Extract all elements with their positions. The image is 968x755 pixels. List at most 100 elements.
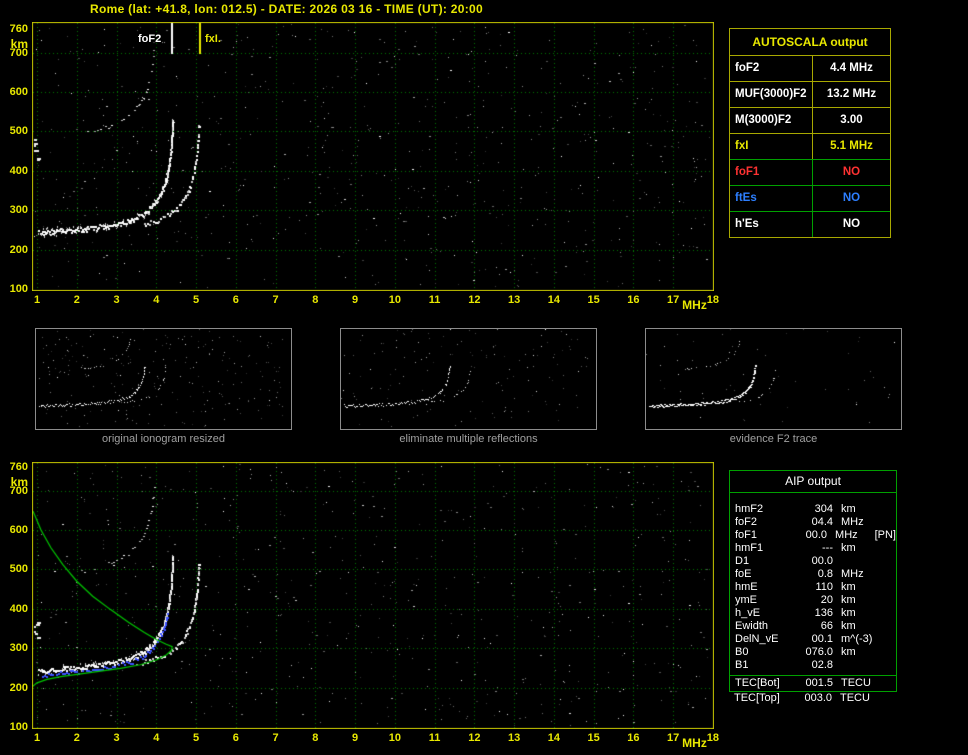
aip-row-value: --- — [822, 542, 833, 554]
aip-row-unit: km — [841, 607, 856, 619]
autoscala-app: Rome (lat: +41.8, lon: 012.5) - DATE: 20… — [0, 0, 968, 755]
aip-table: AIP output hmF2 304 km foF2 04.4 MHz foF1 00.0 M… — [729, 470, 897, 692]
aip-row-value: 304 — [814, 503, 833, 515]
aip-row-label: DelN_vE — [735, 633, 779, 645]
aip-row-label: h_vE — [735, 607, 761, 619]
aip-row-unit: TECU — [841, 677, 871, 689]
aip-row: B1 02.8 — [730, 659, 896, 672]
x-tick-label: 10 — [388, 294, 401, 306]
aip-row-unit — [833, 555, 881, 568]
autoscala-table: AUTOSCALA output foF2 4.4 MHz MUF(3000)F2 1… — [729, 28, 891, 238]
aip-row-label: foF1 — [735, 529, 758, 541]
aip-row: foF2 04.4 MHz — [730, 516, 896, 529]
x-tick-label: 5 — [192, 732, 200, 744]
aip-row-unit: MHz — [841, 516, 864, 528]
x-tick-label: 2 — [73, 732, 80, 744]
page-title: Rome (lat: +41.8, lon: 012.5) - DATE: 20… — [90, 2, 483, 16]
x-tick-label: 12 — [468, 294, 481, 306]
thumbnail-f2-trace-canvas — [645, 328, 902, 430]
aip-row-label: B1 — [735, 659, 749, 671]
x-tick-label: 14 — [547, 732, 560, 744]
aip-row-value: 00.0 — [811, 555, 833, 567]
aip-row: B0 076.0 km — [730, 646, 896, 659]
aip-table-title: AIP output — [730, 471, 896, 493]
aip-row-label: TEC[Bot] — [735, 677, 780, 689]
x-tick-label: 9 — [352, 732, 359, 744]
x-tick-label: 11 — [428, 732, 441, 744]
x-tick-label: 9 — [352, 294, 359, 306]
x-tick-label: 4 — [153, 732, 160, 744]
aip-row-unit: km — [841, 620, 856, 632]
aip-row-unit: m^(-3) — [841, 633, 873, 645]
y-axis-unit: km — [10, 37, 28, 51]
aip-row-unit: km — [841, 646, 856, 658]
aip-row: TEC[Bot] 001.5 TECU — [730, 676, 896, 691]
y-tick-label: 400 — [9, 164, 28, 177]
thumbnail-caption-original: original ionogram resized — [102, 433, 225, 445]
x-tick-label: 6 — [232, 732, 239, 744]
autoscala-row-value: 13.2 MHz — [812, 82, 890, 107]
x-tick-label: 4 — [153, 294, 160, 306]
aip-row-value: 0.8 — [817, 568, 833, 580]
autoscala-row-value: NO — [812, 186, 890, 211]
aip-row: ymE 20 km — [730, 594, 896, 607]
autoscala-row-label: foF1 — [735, 166, 760, 178]
thumbnail-filtered-canvas — [340, 328, 597, 430]
x-tick-label: 7 — [272, 732, 279, 744]
x-tick-label: 8 — [312, 294, 319, 306]
autoscala-table-rows: foF2 4.4 MHz MUF(3000)F2 13.2 MHz M(3000)F2 3… — [730, 55, 890, 237]
aip-row-value: 00.1 — [811, 633, 833, 645]
autoscala-row: foF2 4.4 MHz — [730, 55, 890, 81]
y-tick-label: 300 — [9, 204, 28, 217]
aip-row: hmF2 304 km — [730, 503, 896, 516]
aip-row-value: 136 — [814, 607, 833, 619]
autoscala-row-label: fxI — [735, 140, 749, 152]
aip-tec-bot-row: TEC[Bot] 001.5 TECU — [730, 676, 896, 691]
aip-row-label: foF2 — [735, 516, 758, 528]
aip-row: foF1 00.0 MHz [PN] — [730, 529, 896, 542]
autoscala-row: fxI 5.1 MHz — [730, 133, 890, 159]
autoscala-row: foF1 NO — [730, 159, 890, 185]
aip-row-unit: MHz — [835, 529, 858, 541]
y-tick-label: 300 — [9, 642, 28, 655]
aip-row-value: 66 — [820, 620, 833, 632]
aip-row-value: 20 — [820, 594, 833, 606]
aip-row-value: 00.0 — [805, 529, 828, 541]
y-tick-label: 400 — [9, 602, 28, 615]
x-tick-label: 16 — [627, 294, 640, 306]
y-tick-label: 500 — [9, 125, 28, 138]
aip-row-label: hmF1 — [735, 542, 764, 554]
aip-row-unit: MHz — [841, 568, 864, 580]
thumbnail-filtered-ionogram — [340, 328, 597, 430]
x-tick-label: 5 — [192, 294, 200, 306]
autoscala-row-label: h'Es — [735, 218, 759, 230]
aip-row-label: D1 — [735, 555, 750, 567]
x-tick-label: 11 — [428, 294, 441, 306]
y-tick-label: 600 — [9, 86, 28, 99]
aip-row-unit: km — [841, 503, 856, 515]
aip-row: h_vE 136 km — [730, 607, 896, 620]
aip-table-rows: hmF2 304 km foF2 04.4 MHz foF1 00.0 MHz [PN] hmF1-… — [730, 493, 896, 672]
aip-row-unit: km — [841, 581, 856, 593]
autoscala-row-value: 4.4 MHz — [812, 56, 890, 81]
x-tick-label: 16 — [627, 732, 640, 744]
fxi-marker-label: fxI. — [205, 33, 221, 45]
aip-row: TEC[Top] 003.0 TECU — [729, 692, 895, 705]
x-axis-unit: MHz — [682, 736, 707, 750]
aip-row-unit — [833, 659, 881, 672]
thumbnail-original-ionogram — [35, 328, 292, 430]
aip-row-value: 001.5 — [805, 677, 833, 689]
aip-row-value: 02.8 — [811, 659, 833, 671]
autoscala-table-title: AUTOSCALA output — [752, 35, 868, 49]
autoscala-row-label: MUF(3000)F2 — [735, 88, 807, 100]
x-tick-label: 8 — [312, 732, 319, 744]
aip-row: DelN_vE 00.1 m^(-3) — [730, 633, 896, 646]
x-tick-label: 1 — [33, 294, 41, 306]
aip-row-value: 04.4 — [811, 516, 833, 528]
aip-row-label: hmF2 — [735, 503, 764, 515]
aip-row-label: TEC[Top] — [734, 692, 780, 704]
autoscala-row-value: NO — [812, 160, 890, 185]
x-tick-label: 3 — [113, 732, 120, 744]
fof2-marker-label: foF2 — [138, 33, 162, 45]
x-tick-label: 2 — [73, 294, 80, 306]
